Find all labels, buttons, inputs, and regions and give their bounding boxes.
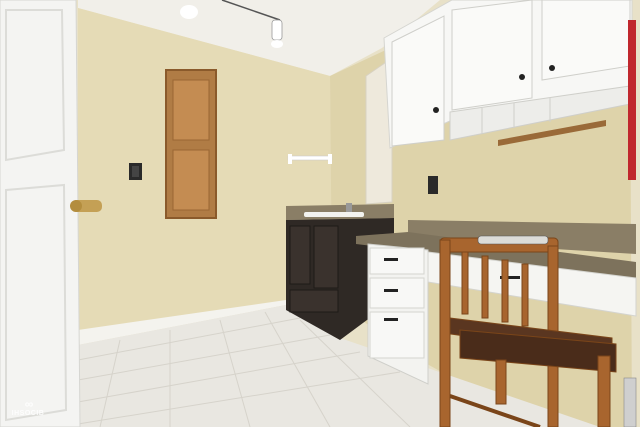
wall-outlet — [129, 163, 142, 180]
wood-access-panel — [165, 69, 217, 219]
wall-outlet-2 — [428, 176, 438, 194]
watermark-logo: ∞ — [24, 397, 34, 411]
room-scene — [0, 0, 637, 427]
watermark: ∞ IHSOCIB — [10, 398, 46, 417]
floor-item — [623, 377, 637, 427]
room-photo: ∞ IHSOCIB — [0, 0, 640, 427]
watermark-text: IHSOCIB — [11, 410, 45, 417]
tray-on-counter — [477, 235, 549, 245]
upper-cabinets — [383, 0, 633, 149]
red-item — [628, 20, 636, 180]
